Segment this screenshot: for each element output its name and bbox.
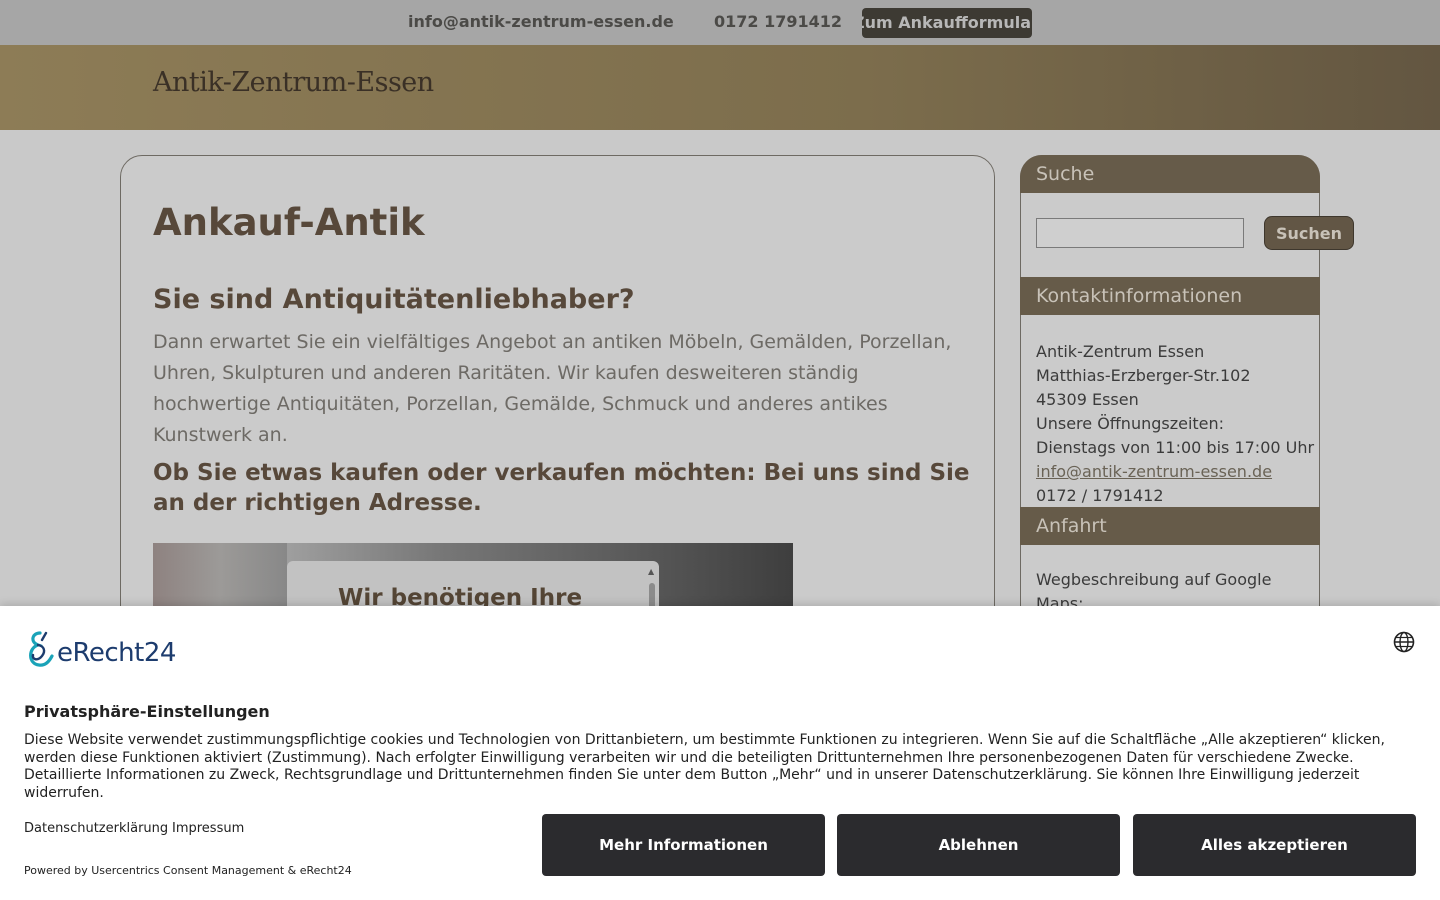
decline-button[interactable]: Ablehnen xyxy=(837,814,1120,876)
intro-paragraph: Dann erwartet Sie ein vielfältiges Angeb… xyxy=(153,331,952,446)
erecht24-logo-icon xyxy=(29,631,54,667)
contact-heading: Kontaktinformationen xyxy=(1020,277,1320,315)
top-phone-link[interactable]: 0172 1791412 xyxy=(714,12,842,31)
site-header: Antik-Zentrum-Essen xyxy=(0,45,1440,130)
banner-description: Diese Website verwendet zustimmungspflic… xyxy=(24,732,1385,802)
site-logo[interactable]: Antik-Zentrum-Essen xyxy=(153,67,434,98)
cookie-banner: eRecht24 Privatsphäre-Einstellungen Dies… xyxy=(0,606,1440,900)
privacy-policy-link[interactable]: Datenschutzerklärung xyxy=(24,821,168,836)
sub-heading: Sie sind Antiquitätenliebhaber? xyxy=(153,284,635,315)
contact-city: 45309 Essen xyxy=(1036,390,1139,409)
banner-title: Privatsphäre-Einstellungen xyxy=(24,702,270,721)
contact-phone: 0172 / 1791412 xyxy=(1036,486,1164,505)
opening-hours-value: Dienstags von 11:00 bis 17:00 Uhr xyxy=(1036,438,1315,457)
top-bar: info@antik-zentrum-essen.de 0172 1791412… xyxy=(0,0,1440,45)
imprint-link[interactable]: Impressum xyxy=(172,821,244,836)
more-info-button[interactable]: Mehr Informationen xyxy=(542,814,825,876)
accept-all-button[interactable]: Alles akzeptieren xyxy=(1133,814,1416,876)
top-email-link[interactable]: info@antik-zentrum-essen.de xyxy=(408,12,674,31)
scroll-up-icon[interactable]: ▲ xyxy=(648,567,654,576)
search-heading: Suche xyxy=(1020,155,1320,193)
search-input[interactable] xyxy=(1036,218,1244,248)
opening-hours-label: Unsere Öffnungszeiten: xyxy=(1036,414,1225,433)
contact-email-link[interactable]: info@antik-zentrum-essen.de xyxy=(1036,462,1272,481)
purchase-form-button[interactable]: Zum Ankaufformular xyxy=(862,8,1032,38)
main-content: Ankauf-Antik Sie sind Antiquitätenliebha… xyxy=(120,155,995,643)
page-title: Ankauf-Antik xyxy=(153,201,425,244)
contact-info: Antik-Zentrum Essen Matthias-Erzberger-S… xyxy=(1036,340,1314,508)
route-heading: Anfahrt xyxy=(1020,507,1320,545)
powered-by-text: Powered by Usercentrics Consent Manageme… xyxy=(24,864,352,877)
slogan-text: Ob Sie etwas kaufen oder verkaufen möcht… xyxy=(153,460,970,516)
search-button[interactable]: Suchen xyxy=(1264,216,1354,250)
globe-icon[interactable] xyxy=(1393,631,1415,653)
brand-name: eRecht24 xyxy=(57,638,176,668)
sidebar: Suche Suchen Kontaktinformationen Antik-… xyxy=(1020,155,1354,615)
contact-name: Antik-Zentrum Essen xyxy=(1036,342,1205,361)
contact-street: Matthias-Erzberger-Str.102 xyxy=(1036,366,1251,385)
